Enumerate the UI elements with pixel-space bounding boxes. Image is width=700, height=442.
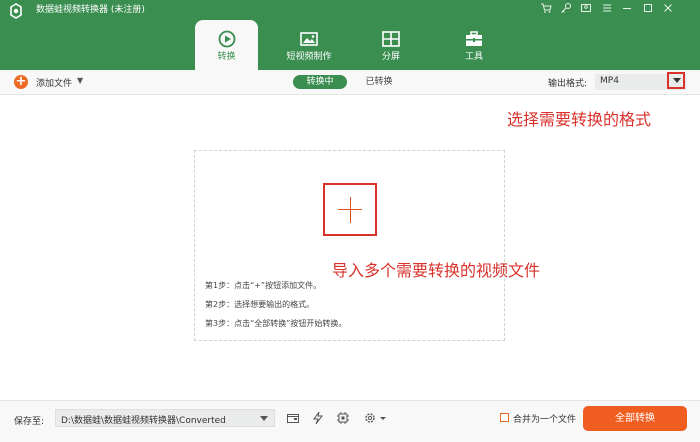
- tab-tools[interactable]: 工具: [446, 20, 502, 70]
- cpu-icon[interactable]: [336, 411, 350, 425]
- menu-icon[interactable]: [600, 2, 614, 16]
- step-1-text: 第1步：点击“+”按钮添加文件。: [205, 281, 322, 290]
- caret-down-icon[interactable]: [260, 416, 268, 421]
- merge-label: 合并为一个文件: [513, 415, 577, 425]
- tab-label: 工具: [464, 52, 483, 62]
- dropdown-arrow-icon: [673, 78, 681, 83]
- settings-gear-icon[interactable]: [363, 411, 377, 425]
- tab-label: 分屏: [381, 52, 400, 62]
- caret-down-icon[interactable]: [378, 411, 388, 425]
- toolbar: + 添加文件 ▼ 转换中 已转换 输出格式: MP4: [0, 70, 700, 95]
- minimize-icon[interactable]: [620, 2, 634, 16]
- convert-all-button[interactable]: 全部转换: [583, 406, 687, 431]
- output-format-value: MP4: [600, 76, 619, 86]
- save-path-select[interactable]: D:\数据蛙\数据蛙视频转换器\Converted: [55, 409, 275, 427]
- save-path-value: D:\数据蛙\数据蛙视频转换器\Converted: [61, 416, 226, 426]
- maximize-icon[interactable]: [641, 2, 655, 16]
- step-2-text: 第2步：选择想要输出的格式。: [205, 300, 315, 309]
- format-hint-annotation: 选择需要转换的格式: [507, 110, 652, 129]
- caret-down-icon[interactable]: ▼: [77, 76, 83, 85]
- file-drop-zone[interactable]: [194, 150, 505, 341]
- add-file-label: 添加文件: [36, 79, 73, 89]
- output-format-dropdown-button[interactable]: [667, 72, 685, 89]
- bottom-bar: 保存至: D:\数据蛙\数据蛙视频转换器\Converted 合并为一个文件 全…: [0, 400, 700, 442]
- convert-icon: [218, 30, 235, 48]
- merge-checkbox[interactable]: [500, 413, 509, 422]
- key-icon[interactable]: [559, 2, 573, 16]
- split-screen-icon: [382, 31, 400, 47]
- account-icon[interactable]: [579, 2, 593, 16]
- add-file-plus-button[interactable]: [323, 183, 377, 236]
- output-format-label: 输出格式:: [548, 79, 588, 89]
- tab-label: 短视频制作: [286, 52, 332, 62]
- tab-short-video[interactable]: 短视频制作: [272, 20, 346, 70]
- save-to-label: 保存至:: [14, 417, 45, 427]
- import-hint-annotation: 导入多个需要转换的视频文件: [332, 261, 541, 280]
- app-logo-icon: [10, 3, 22, 19]
- close-icon[interactable]: [661, 2, 675, 16]
- toolbox-icon: [466, 31, 482, 46]
- add-icon: +: [14, 74, 28, 89]
- step-3-text: 第3步：点击“全部转换”按钮开始转换。: [205, 319, 347, 328]
- tab-converted[interactable]: 已转换: [356, 75, 402, 89]
- tab-label: 转换: [217, 52, 236, 62]
- tab-split-screen[interactable]: 分屏: [363, 20, 419, 70]
- cart-icon[interactable]: [539, 2, 553, 16]
- tab-converting[interactable]: 转换中: [293, 75, 347, 89]
- tab-convert[interactable]: 转换: [195, 20, 258, 70]
- hardware-acceleration-icon[interactable]: [311, 411, 325, 425]
- short-video-icon: [300, 32, 318, 46]
- folder-icon[interactable]: [286, 411, 300, 425]
- app-title: 数据蛙视频转换器 (未注册): [36, 5, 145, 15]
- title-bar: 数据蛙视频转换器 (未注册) 转换 短视频制作 分屏 工具: [0, 0, 700, 70]
